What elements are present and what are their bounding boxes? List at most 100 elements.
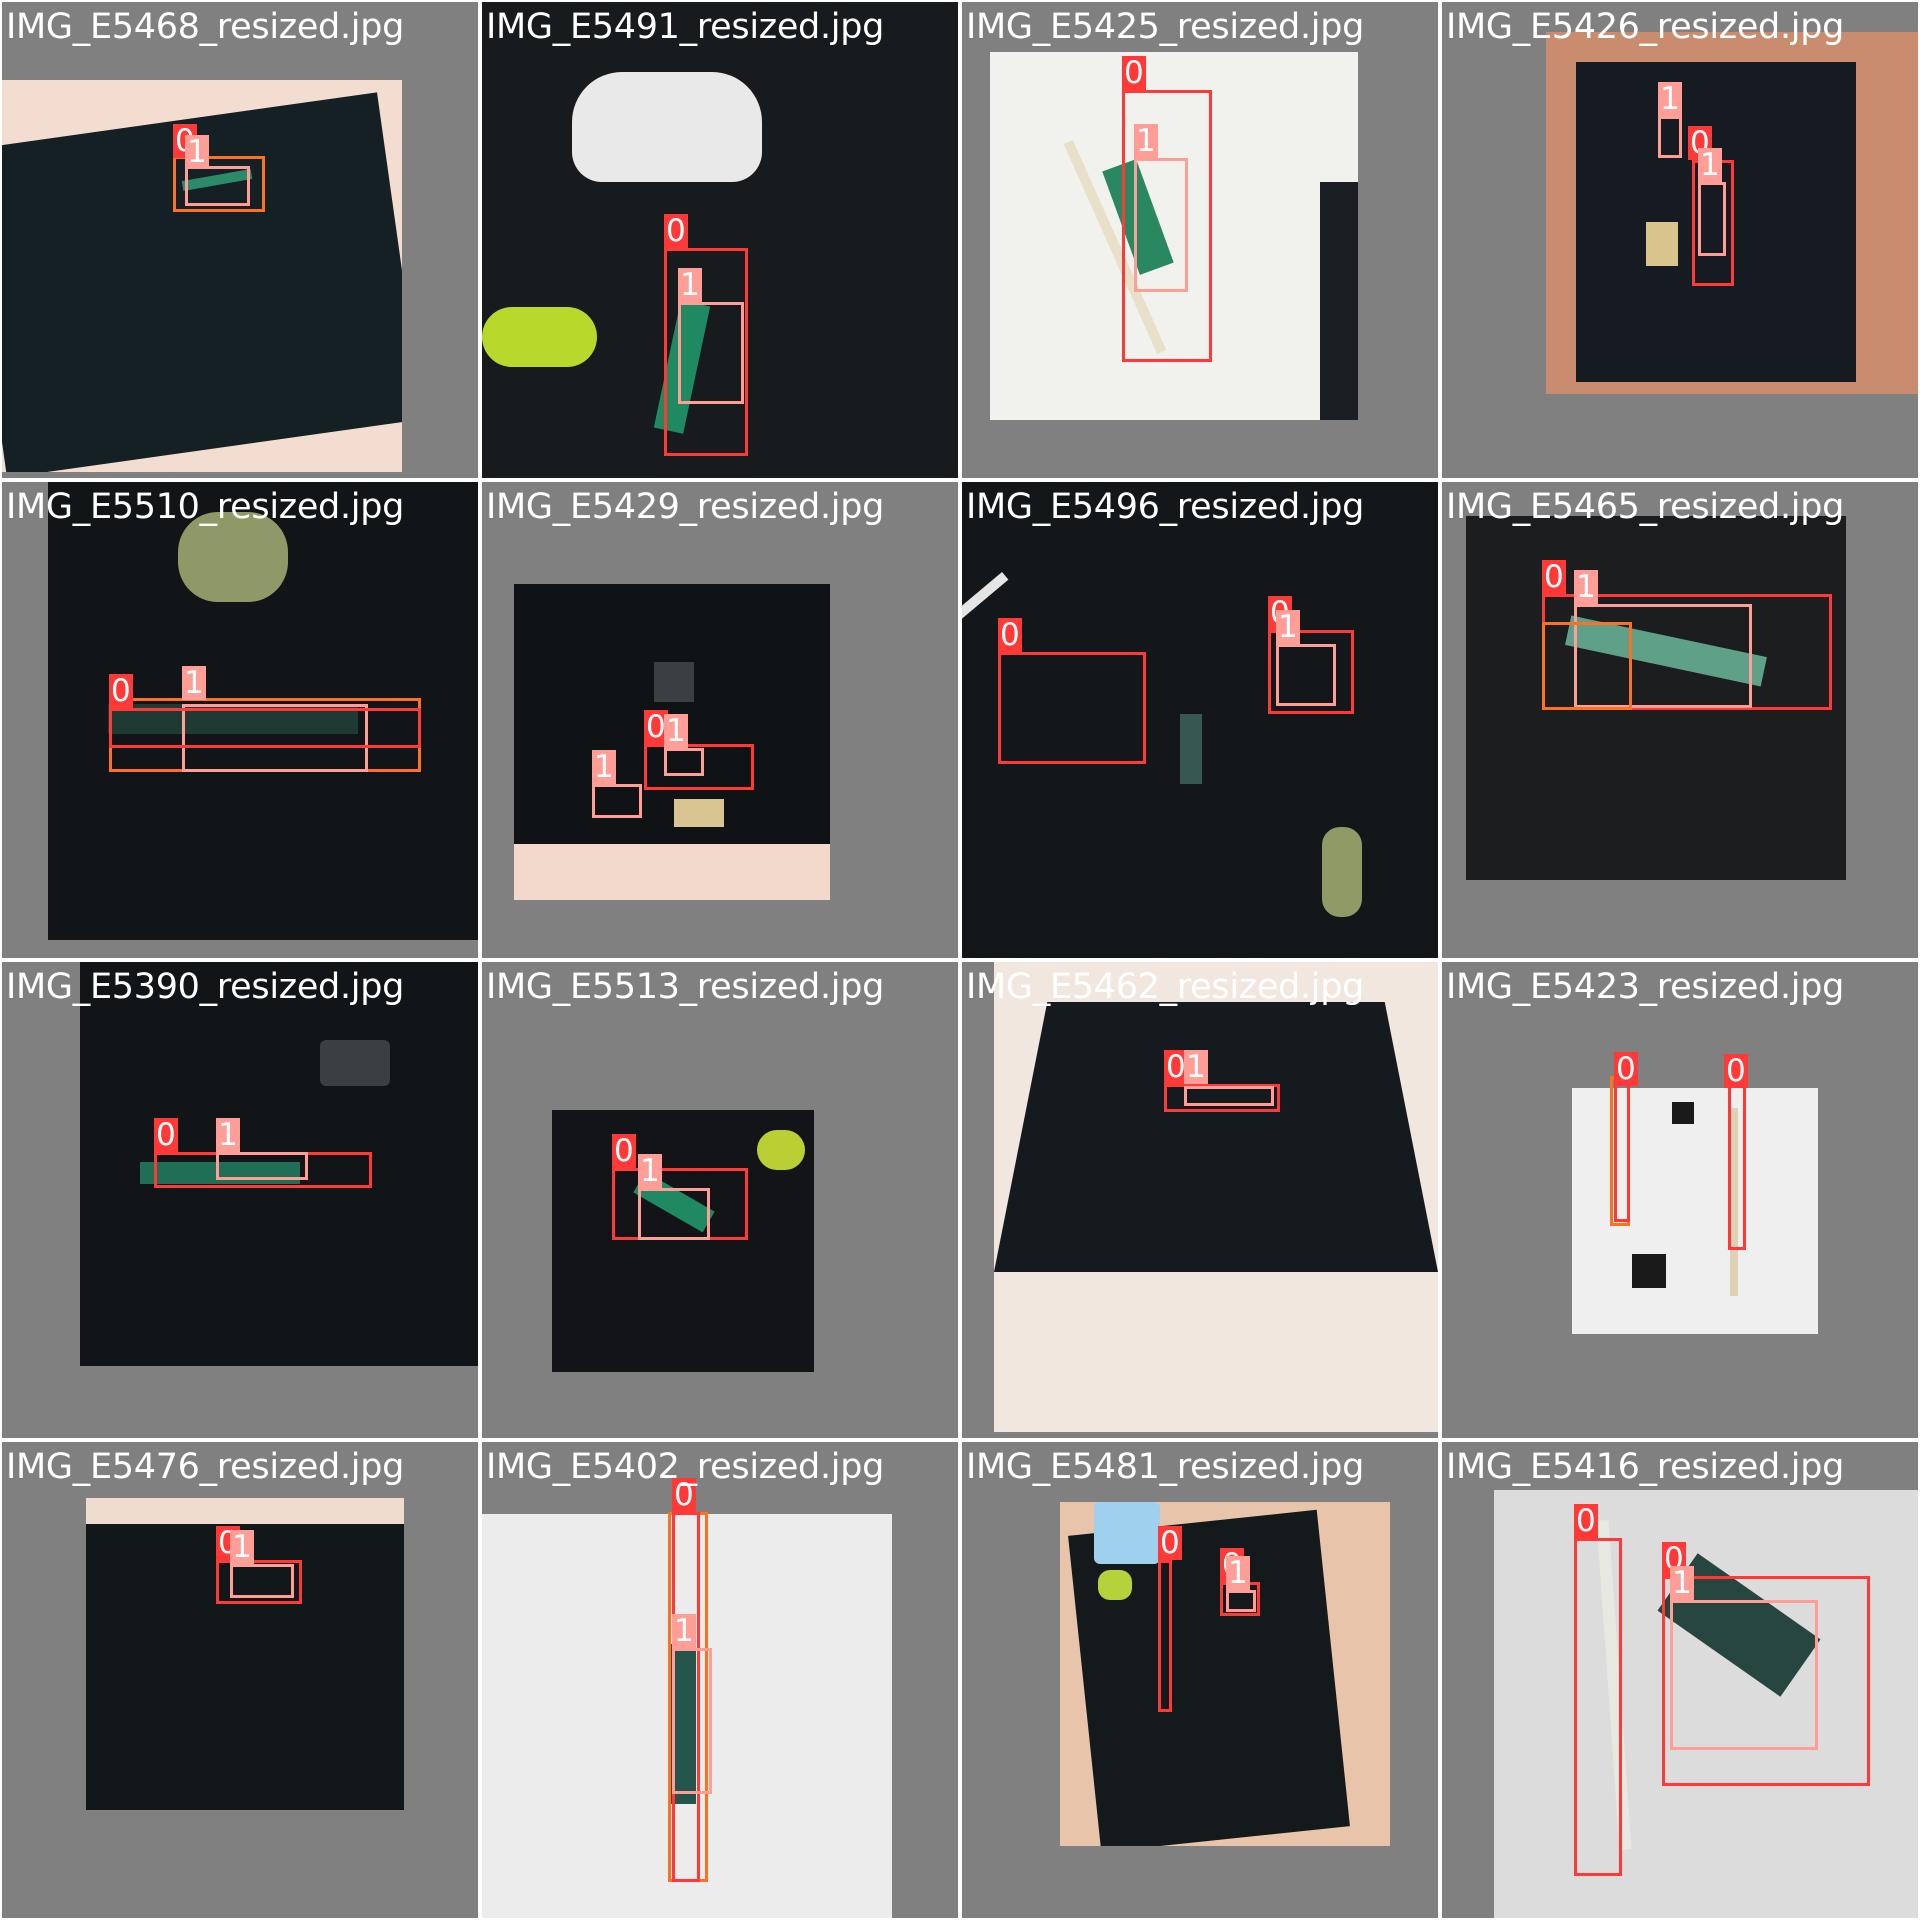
phone-stand — [1180, 714, 1202, 784]
stapler — [482, 307, 597, 367]
bbox-class-1 — [1134, 158, 1188, 292]
class-tag: 0 — [664, 213, 688, 249]
bbox-class-1 — [1276, 644, 1336, 706]
bbox-class-1 — [1226, 1590, 1256, 1612]
bbox-class-0 — [1158, 1560, 1172, 1712]
class-tag: 1 — [678, 267, 702, 303]
tile-filename: IMG_E5513_resized.jpg — [486, 967, 885, 1007]
charger — [654, 662, 694, 702]
class-tag: 1 — [1226, 1555, 1250, 1591]
bbox-class-1 — [592, 784, 642, 818]
tile-filename: IMG_E5429_resized.jpg — [486, 487, 885, 527]
bed-sheet — [86, 1498, 404, 1524]
class-tag: 1 — [182, 665, 206, 701]
tissue-pack — [1094, 1502, 1160, 1564]
tile-filename: IMG_E5416_resized.jpg — [1446, 1447, 1845, 1487]
bbox-class-1 — [1184, 1086, 1274, 1106]
class-tag: 0 — [1574, 1503, 1598, 1539]
image-tile[interactable]: 0 1 IMG_E5465_resized.jpg — [1442, 482, 1918, 958]
bbox-class-0 — [1614, 1082, 1630, 1222]
bbox-class-1 — [664, 748, 704, 776]
tile-filename: IMG_E5462_resized.jpg — [966, 967, 1365, 1007]
image-tile[interactable]: 0 0 IMG_E5423_resized.jpg — [1442, 962, 1918, 1438]
class-tag: 1 — [1698, 147, 1722, 183]
tile-filename: IMG_E5426_resized.jpg — [1446, 7, 1845, 47]
class-tag: 1 — [638, 1153, 662, 1189]
image-tile[interactable]: 0 0 1 IMG_E5496_resized.jpg — [962, 482, 1438, 958]
tile-filename: IMG_E5468_resized.jpg — [6, 7, 405, 47]
class-tag: 1 — [185, 134, 209, 170]
bbox-class-0 — [1728, 1082, 1746, 1250]
tile-filename: IMG_E5465_resized.jpg — [1446, 487, 1845, 527]
bbox-class-1 — [216, 1152, 308, 1180]
bbox-class-1 — [638, 1188, 710, 1240]
detection-grid: 0 1 IMG_E5468_resized.jpg 0 1 IMG_E5491_… — [0, 0, 1920, 1920]
bbox-class-1 — [678, 302, 744, 404]
stapler — [757, 1130, 805, 1170]
qr-marker — [1632, 1254, 1666, 1288]
class-tag: 0 — [154, 1117, 178, 1153]
class-tag: 1 — [664, 713, 688, 749]
class-tag: 0 — [1724, 1053, 1748, 1089]
class-tag: 1 — [1670, 1565, 1694, 1601]
game-controller — [572, 72, 762, 182]
image-tile[interactable]: 0 1 IMG_E5425_resized.jpg — [962, 2, 1438, 478]
tile-filename: IMG_E5425_resized.jpg — [966, 7, 1365, 47]
class-tag: 1 — [230, 1529, 254, 1565]
stapler — [1098, 1570, 1132, 1600]
image-tile[interactable]: 0 1 IMG_E5491_resized.jpg — [482, 2, 958, 478]
bed-sheet — [514, 844, 830, 900]
bbox-class-0 — [109, 708, 421, 748]
bbox-class-1 — [1698, 182, 1726, 256]
class-tag: 1 — [216, 1117, 240, 1153]
tile-filename: IMG_E5491_resized.jpg — [486, 7, 885, 47]
tile-filename: IMG_E5510_resized.jpg — [6, 487, 405, 527]
class-tag: 1 — [592, 749, 616, 785]
bbox-class-1 — [230, 1564, 294, 1598]
image-tile[interactable]: 0 1 IMG_E5513_resized.jpg — [482, 962, 958, 1438]
tile-filename: IMG_E5423_resized.jpg — [1446, 967, 1845, 1007]
image-tile[interactable]: 0 1 IMG_E5476_resized.jpg — [2, 1442, 478, 1918]
class-tag: 0 — [1122, 55, 1146, 91]
class-tag: 0 — [109, 673, 133, 709]
keyboard — [1320, 182, 1358, 420]
class-tag: 1 — [1574, 569, 1598, 605]
bbox-class-0 — [998, 652, 1146, 764]
wood-block — [1646, 222, 1678, 266]
image-tile[interactable]: 0 0 1 IMG_E5481_resized.jpg — [962, 1442, 1438, 1918]
class-tag: 0 — [612, 1133, 636, 1169]
wood-block — [674, 799, 724, 827]
class-tag: 1 — [1658, 81, 1682, 117]
image-tile[interactable]: 0 0 1 IMG_E5416_resized.jpg — [1442, 1442, 1918, 1918]
class-tag: 1 — [1276, 609, 1300, 645]
image-tile[interactable]: 0 1 IMG_E5462_resized.jpg — [962, 962, 1438, 1438]
tile-filename: IMG_E5481_resized.jpg — [966, 1447, 1365, 1487]
photo — [994, 962, 1438, 1432]
image-tile[interactable]: 0 1 IMG_E5510_resized.jpg — [2, 482, 478, 958]
qr-marker — [1672, 1102, 1694, 1124]
tile-filename: IMG_E5390_resized.jpg — [6, 967, 405, 1007]
image-tile[interactable]: 0 1 IMG_E5468_resized.jpg — [2, 2, 478, 478]
stapler — [1322, 827, 1362, 917]
class-tag: 1 — [1134, 123, 1158, 159]
class-tag: 0 — [998, 617, 1022, 653]
black-felt-mat — [994, 1002, 1438, 1272]
image-tile[interactable]: 1 0 1 IMG_E5426_resized.jpg — [1442, 2, 1918, 478]
tile-filename: IMG_E5476_resized.jpg — [6, 1447, 405, 1487]
photo — [552, 1110, 814, 1372]
bbox-class-1 — [185, 166, 250, 206]
bbox-class-1 — [1670, 1600, 1818, 1750]
class-tag: 0 — [1158, 1525, 1182, 1561]
image-tile[interactable]: 0 1 1 IMG_E5429_resized.jpg — [482, 482, 958, 958]
bbox-class-0 — [1542, 622, 1632, 710]
class-tag: 1 — [1184, 1049, 1208, 1085]
photo — [1572, 1088, 1818, 1334]
class-tag: 1 — [672, 1613, 696, 1649]
tile-filename: IMG_E5402_resized.jpg — [486, 1447, 885, 1487]
image-tile[interactable]: 0 1 IMG_E5390_resized.jpg — [2, 962, 478, 1438]
bbox-class-1 — [672, 1648, 712, 1794]
class-tag: 0 — [1614, 1051, 1638, 1087]
charger — [320, 1040, 390, 1086]
image-tile[interactable]: 0 1 IMG_E5402_resized.jpg — [482, 1442, 958, 1918]
bbox-class-1 — [1658, 116, 1682, 158]
